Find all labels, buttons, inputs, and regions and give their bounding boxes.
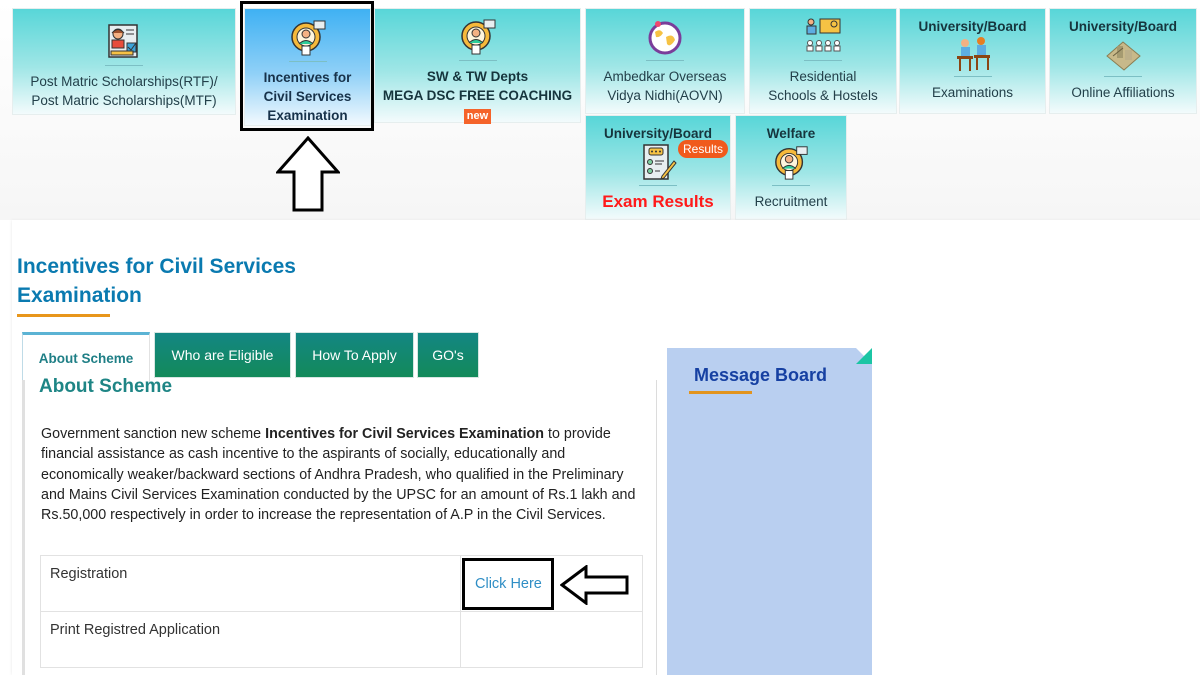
print-application-link-cell: [460, 611, 643, 668]
card-label: Post Matric Scholarships(MTF): [31, 93, 217, 108]
card-divider: [1104, 76, 1142, 77]
card-post-matric-scholarships[interactable]: Post Matric Scholarships(RTF)/ Post Matr…: [12, 8, 236, 115]
card-divider: [772, 185, 810, 186]
message-board-title: Message Board: [694, 365, 828, 385]
card-label: Residential: [789, 69, 857, 84]
card-university-online-affiliations[interactable]: University/Board Online Affiliations: [1049, 8, 1197, 114]
exam-sheet-icon: [643, 144, 677, 180]
card-label: Vidya Nidhi(AOVN): [607, 88, 723, 103]
tab-how-to-apply[interactable]: How To Apply: [295, 332, 414, 378]
corner-fold-accent: [856, 348, 872, 364]
card-divider: [646, 60, 684, 61]
card-label: MEGA DSC FREE COACHING: [382, 88, 573, 103]
tab-gos[interactable]: GO's: [417, 332, 479, 378]
card-divider: [953, 76, 992, 77]
title-underline: [17, 314, 110, 317]
description-text: Government sanction new scheme: [41, 426, 266, 442]
page-title: Incentives for Civil Services Examinatio…: [17, 255, 296, 307]
card-residential-schools-hostels[interactable]: Residential Schools & Hostels: [749, 8, 897, 114]
card-label: Online Affiliations: [1071, 85, 1175, 100]
civil-services-gear-icon: [290, 20, 325, 56]
card-divider: [639, 185, 677, 186]
description-scheme-name: Incentives for Civil Services Examinatio…: [265, 426, 545, 442]
main-content: Incentives for Civil Services Examinatio…: [12, 220, 1200, 675]
scholarship-icon: [108, 24, 138, 58]
card-divider: [105, 65, 143, 66]
card-label: Post Matric Scholarships(RTF)/: [30, 74, 218, 89]
card-label: Examinations: [931, 85, 1014, 100]
card-incentives-civil-services[interactable]: Incentives for Civil Services Examinatio…: [244, 8, 371, 126]
card-header: University/Board: [918, 19, 1027, 34]
card-header: University/Board: [1068, 19, 1178, 34]
recruitment-gear-icon: [775, 146, 808, 180]
classroom-icon: [806, 18, 841, 52]
card-university-examinations[interactable]: University/Board Examinations: [899, 8, 1046, 114]
left-arrow-annotation-icon: [560, 565, 629, 605]
card-label: Civil Services: [263, 89, 352, 104]
page: Post Matric Scholarships(RTF)/ Post Matr…: [0, 0, 1200, 675]
card-header: Welfare: [766, 126, 816, 141]
card-university-exam-results[interactable]: University/Board Results Exam Results: [585, 115, 731, 220]
registration-click-here-link[interactable]: Click Here: [475, 576, 542, 592]
message-board: Message Board: [667, 348, 872, 675]
registration-label: Registration: [40, 555, 461, 612]
coaching-gear-icon: [460, 19, 495, 55]
tab-who-are-eligible[interactable]: Who are Eligible: [154, 332, 291, 378]
new-badge: new: [463, 109, 492, 124]
exam-results-label: Exam Results: [602, 192, 714, 211]
results-badge: Results: [677, 140, 728, 158]
card-label: SW & TW Depts: [426, 69, 529, 84]
card-label: Schools & Hostels: [768, 88, 878, 103]
message-board-underline: [689, 391, 752, 394]
about-scheme-description: Government sanction new scheme Incentive…: [41, 424, 641, 525]
card-label: Recruitment: [754, 194, 828, 209]
exam-desk-icon: [956, 37, 990, 71]
actions-table: Registration Click Here Print Registred …: [40, 555, 643, 668]
about-scheme-panel: About Scheme Government sanction new sch…: [22, 376, 657, 675]
table-row: Registration Click Here: [40, 555, 643, 612]
globe-icon: [648, 21, 682, 55]
table-row: Print Registred Application: [40, 611, 643, 668]
campus-building-icon: [1106, 41, 1141, 71]
card-welfare-recruitment[interactable]: Welfare Recruitment: [735, 115, 847, 220]
card-label: Examination: [267, 108, 348, 123]
card-divider: [288, 61, 327, 62]
card-divider: [804, 60, 842, 61]
card-divider: [458, 60, 497, 61]
card-label: Incentives for: [263, 70, 352, 85]
up-arrow-annotation-icon: [276, 136, 340, 212]
card-mega-dsc-free-coaching[interactable]: SW & TW Depts MEGA DSC FREE COACHING new: [374, 8, 581, 124]
print-application-label: Print Registred Application: [40, 611, 461, 668]
card-ambedkar-overseas-vidya-nidhi[interactable]: Ambedkar Overseas Vidya Nidhi(AOVN): [585, 8, 745, 114]
card-label: Ambedkar Overseas: [603, 69, 727, 84]
about-scheme-heading: About Scheme: [39, 376, 173, 397]
